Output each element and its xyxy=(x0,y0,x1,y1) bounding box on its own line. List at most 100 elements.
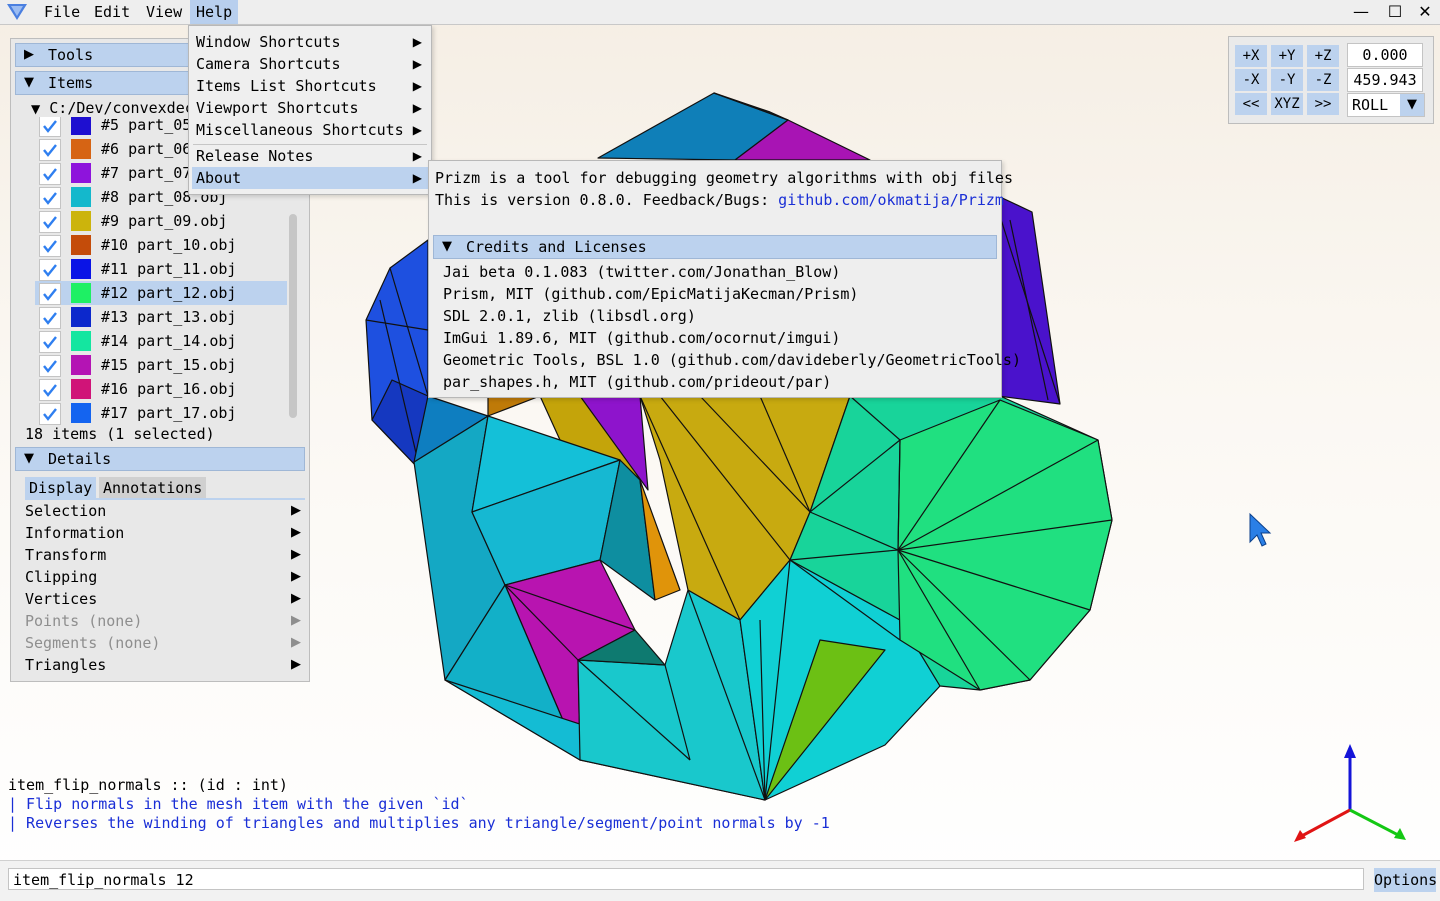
submenu-arrow-icon: ▶ xyxy=(412,57,422,71)
list-item[interactable]: #13 part_13.obj xyxy=(35,305,287,329)
details-item[interactable]: Vertices ▶ xyxy=(25,588,303,610)
check-icon xyxy=(43,144,57,157)
license-entry: Geometric Tools, BSL 1.0 (github.com/dav… xyxy=(443,351,1021,369)
list-item[interactable]: #10 part_10.obj xyxy=(35,233,287,257)
details-item[interactable]: Transform ▶ xyxy=(25,544,303,566)
menu-item-release-notes[interactable]: Release Notes ▶ xyxy=(192,145,428,167)
camera-minus-y-button[interactable]: -Y xyxy=(1271,69,1303,91)
details-item[interactable]: Selection ▶ xyxy=(25,500,303,522)
color-swatch[interactable] xyxy=(71,283,91,303)
submenu-arrow-icon: ▶ xyxy=(291,503,301,518)
github-link[interactable]: github.com/okmatija/Prizm xyxy=(778,191,1004,209)
tree-root-label: C:/Dev/convexdec xyxy=(49,99,194,117)
menu-item-misc-shortcuts[interactable]: Miscellaneous Shortcuts ▶ xyxy=(192,119,428,141)
camera-next-button[interactable]: >> xyxy=(1307,93,1339,115)
menu-file[interactable]: File xyxy=(38,0,86,24)
check-icon xyxy=(43,312,57,325)
about-version: This is version 0.8.0. Feedback/Bugs: gi… xyxy=(435,191,1004,209)
visibility-checkbox[interactable] xyxy=(39,331,61,353)
details-item[interactable]: Information ▶ xyxy=(25,522,303,544)
list-item[interactable]: #14 part_14.obj xyxy=(35,329,287,353)
visibility-checkbox[interactable] xyxy=(39,259,61,281)
visibility-checkbox[interactable] xyxy=(39,139,61,161)
submenu-arrow-icon: ▶ xyxy=(412,123,422,137)
options-button[interactable]: Options xyxy=(1374,868,1437,892)
chevron-down-icon[interactable]: ▼ xyxy=(1400,94,1424,116)
visibility-checkbox[interactable] xyxy=(39,117,61,137)
visibility-checkbox[interactable] xyxy=(39,379,61,401)
license-entry: Prism, MIT (github.com/EpicMatijaKecman/… xyxy=(443,285,859,303)
camera-plus-z-button[interactable]: +Z xyxy=(1307,45,1339,67)
mouse-pointer-icon xyxy=(1249,512,1272,547)
help-menu: Window Shortcuts ▶ Camera Shortcuts ▶ Item… xyxy=(188,25,432,195)
list-item[interactable]: #16 part_16.obj xyxy=(35,377,287,401)
visibility-checkbox[interactable] xyxy=(39,283,61,305)
list-item[interactable]: #12 part_12.obj xyxy=(35,281,287,305)
list-item[interactable]: #15 part_15.obj xyxy=(35,353,287,377)
tree-root[interactable]: ▼ C:/Dev/convexdec xyxy=(31,99,194,117)
console-input[interactable]: item_flip_normals 12 xyxy=(8,868,1364,890)
camera-mode-select[interactable]: ROLL ▼ xyxy=(1347,93,1425,117)
menu-item-camera-shortcuts[interactable]: Camera Shortcuts ▶ xyxy=(192,53,428,75)
list-item[interactable]: #9 part_09.obj xyxy=(35,209,287,233)
visibility-checkbox[interactable] xyxy=(39,235,61,257)
console-signature: item_flip_normals :: (id : int) xyxy=(8,776,288,794)
prizm-logo-icon xyxy=(7,4,27,20)
menu-edit[interactable]: Edit xyxy=(88,0,136,24)
item-label: #11 part_11.obj xyxy=(101,260,237,278)
color-swatch[interactable] xyxy=(71,259,91,279)
color-swatch[interactable] xyxy=(71,211,91,231)
camera-field-2[interactable]: 459.943 xyxy=(1347,68,1423,92)
color-swatch[interactable] xyxy=(71,235,91,255)
minimize-icon[interactable]: — xyxy=(1350,2,1372,22)
menu-item-window-shortcuts[interactable]: Window Shortcuts ▶ xyxy=(192,31,428,53)
camera-prev-button[interactable]: << xyxy=(1235,93,1267,115)
list-item[interactable]: #17 part_17.obj xyxy=(35,401,287,425)
close-icon[interactable]: ✕ xyxy=(1414,2,1436,22)
color-swatch[interactable] xyxy=(71,117,91,135)
color-swatch[interactable] xyxy=(71,403,91,423)
camera-xyz-button[interactable]: XYZ xyxy=(1271,93,1303,115)
color-swatch[interactable] xyxy=(71,355,91,375)
camera-plus-x-button[interactable]: +X xyxy=(1235,45,1267,67)
color-swatch[interactable] xyxy=(71,163,91,183)
items-label: Items xyxy=(48,74,94,92)
camera-panel: +X +Y +Z -X -Y -Z << XYZ >> 0.000 459.94… xyxy=(1228,36,1434,124)
menu-item-viewport-shortcuts[interactable]: Viewport Shortcuts ▶ xyxy=(192,97,428,119)
submenu-arrow-icon: ▶ xyxy=(291,525,301,540)
check-icon xyxy=(43,408,57,421)
list-item[interactable]: #11 part_11.obj xyxy=(35,257,287,281)
color-swatch[interactable] xyxy=(71,331,91,351)
check-icon xyxy=(43,384,57,397)
menu-view[interactable]: View xyxy=(140,0,188,24)
about-description: Prizm is a tool for debugging geometry a… xyxy=(435,169,1013,187)
camera-minus-x-button[interactable]: -X xyxy=(1235,69,1267,91)
details-header[interactable]: ▼ Details xyxy=(15,447,305,471)
item-label: #14 part_14.obj xyxy=(101,332,237,350)
visibility-checkbox[interactable] xyxy=(39,307,61,329)
color-swatch[interactable] xyxy=(71,307,91,327)
check-icon xyxy=(43,240,57,253)
menu-item-about[interactable]: About ▶ xyxy=(192,167,428,189)
tab-display[interactable]: Display xyxy=(25,477,97,499)
camera-field-1[interactable]: 0.000 xyxy=(1347,43,1423,67)
visibility-checkbox[interactable] xyxy=(39,211,61,233)
visibility-checkbox[interactable] xyxy=(39,355,61,377)
maximize-icon[interactable]: ☐ xyxy=(1384,2,1406,22)
color-swatch[interactable] xyxy=(71,187,91,207)
visibility-checkbox[interactable] xyxy=(39,163,61,185)
credits-header[interactable]: ▼ Credits and Licenses xyxy=(433,235,997,259)
visibility-checkbox[interactable] xyxy=(39,403,61,425)
camera-plus-y-button[interactable]: +Y xyxy=(1271,45,1303,67)
details-item[interactable]: Triangles ▶ xyxy=(25,654,303,676)
color-swatch[interactable] xyxy=(71,379,91,399)
menu-help[interactable]: Help xyxy=(190,0,239,24)
tab-annotations[interactable]: Annotations xyxy=(99,477,207,499)
visibility-checkbox[interactable] xyxy=(39,187,61,209)
color-swatch[interactable] xyxy=(71,139,91,159)
menu-item-items-list-shortcuts[interactable]: Items List Shortcuts ▶ xyxy=(192,75,428,97)
tools-label: Tools xyxy=(48,46,94,64)
items-scrollbar[interactable] xyxy=(289,214,297,418)
camera-minus-z-button[interactable]: -Z xyxy=(1307,69,1339,91)
details-item[interactable]: Clipping ▶ xyxy=(25,566,303,588)
